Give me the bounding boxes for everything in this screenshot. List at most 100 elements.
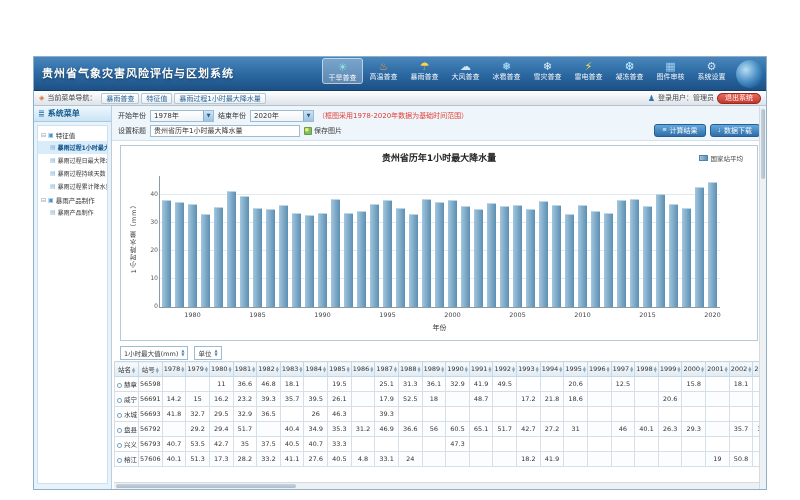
cell-value: 24	[398, 452, 422, 467]
column-header[interactable]: 1993▲▼	[517, 362, 541, 377]
column-header[interactable]: 1979▲▼	[186, 362, 210, 377]
sort-icons: ▲▼	[181, 366, 184, 373]
station-name-cell: 兴义	[115, 437, 139, 452]
column-header[interactable]: 1999▲▼	[658, 362, 682, 377]
tree-group[interactable]: ⊟▣特征值	[38, 128, 107, 141]
column-header[interactable]: 1982▲▼	[257, 362, 281, 377]
column-header[interactable]: 1990▲▼	[446, 362, 470, 377]
collapse-icon[interactable]: ⊟	[41, 132, 46, 139]
sort-down-icon: ▼	[417, 369, 420, 373]
column-header[interactable]: 1981▲▼	[233, 362, 257, 377]
column-header[interactable]: 1996▲▼	[587, 362, 611, 377]
horizontal-scrollbar[interactable]	[114, 482, 764, 489]
column-header[interactable]: 2001▲▼	[706, 362, 730, 377]
download-button[interactable]: ↓ 数据下载	[710, 124, 761, 137]
column-header[interactable]: 1998▲▼	[635, 362, 659, 377]
save-image-label: 保存图片	[314, 126, 342, 136]
top-menu-item[interactable]: ☁大风普查	[445, 58, 486, 84]
table-row[interactable]: 水城5669341.832.729.532.936.52646.339.324.…	[115, 407, 765, 422]
breadcrumb-item[interactable]: 暴雨过程1小时最大降水量	[174, 93, 265, 104]
column-header[interactable]: 1994▲▼	[540, 362, 564, 377]
cell-value: 20.6	[658, 392, 682, 407]
column-header[interactable]: 1995▲▼	[564, 362, 588, 377]
cell-value	[682, 407, 706, 422]
cell-value	[635, 407, 659, 422]
top-menu-item[interactable]: ⚡雷电普查	[568, 58, 609, 84]
row-radio[interactable]	[117, 443, 122, 448]
collapse-icon[interactable]: ⊟	[41, 197, 46, 204]
column-header[interactable]: 1987▲▼	[375, 362, 399, 377]
tree-item[interactable]: ▤暴雨过程1小时最大降水量	[38, 141, 107, 154]
top-menu-item[interactable]: ❆凝冻普查	[609, 58, 650, 84]
column-header[interactable]: 1978▲▼	[162, 362, 186, 377]
calc-button[interactable]: ≡ 计算结果	[654, 124, 705, 137]
column-header[interactable]: 2000▲▼	[682, 362, 706, 377]
end-year-select[interactable]: 2020年 ▼	[250, 110, 314, 122]
tree-item[interactable]: ▤暴雨过程日最大降水量	[38, 154, 107, 167]
top-menu-item[interactable]: ☂暴雨普查	[404, 58, 445, 84]
horizontal-scrollbar-thumb[interactable]	[116, 484, 296, 488]
sort-icons: ▲▼	[536, 366, 539, 373]
vertical-scrollbar-thumb[interactable]	[761, 109, 765, 179]
column-header[interactable]: 1991▲▼	[469, 362, 493, 377]
tree-item[interactable]: ▤暴雨过程持续天数	[38, 167, 107, 180]
vertical-scrollbar[interactable]	[759, 107, 766, 489]
cell-value	[493, 437, 517, 452]
column-header[interactable]: 1989▲▼	[422, 362, 446, 377]
metric-dropdown[interactable]: 1小时最大值(mm) ▲ ▼	[120, 346, 188, 360]
column-header[interactable]: 1986▲▼	[351, 362, 375, 377]
column-header[interactable]: 1983▲▼	[280, 362, 304, 377]
tree-item[interactable]: ▤暴雨产品制作	[38, 206, 107, 219]
bar-1999	[435, 202, 444, 307]
cell-value	[706, 437, 730, 452]
unit-dropdown[interactable]: 单位 ▲ ▼	[194, 346, 221, 360]
table-row[interactable]: 兴义5679340.753.542.73537.540.540.733.347.…	[115, 437, 765, 452]
bar-1985	[253, 208, 262, 307]
column-header[interactable]: 站号▲▼	[139, 362, 163, 377]
sort-down-icon: ▼	[748, 369, 751, 373]
column-header[interactable]: 1984▲▼	[304, 362, 328, 377]
cell-value: 26.1	[328, 392, 352, 407]
y-tick-label: 20	[143, 247, 158, 254]
column-header[interactable]: 1980▲▼	[209, 362, 233, 377]
table-row[interactable]: 威宁5669114.21516.223.239.335.739.526.117.…	[115, 392, 765, 407]
column-header[interactable]: 1985▲▼	[328, 362, 352, 377]
table-row[interactable]: 赫章565981136.646.818.119.525.131.336.132.…	[115, 377, 765, 392]
top-menu-item[interactable]: ☀干旱普查	[322, 58, 363, 84]
column-header[interactable]: 2002▲▼	[729, 362, 753, 377]
table-row[interactable]: 榕江5760640.151.317.328.233.241.127.640.54…	[115, 452, 765, 467]
start-year-select[interactable]: 1978年 ▼	[150, 110, 214, 122]
column-header[interactable]: 1988▲▼	[398, 362, 422, 377]
cell-value: 31.2	[351, 422, 375, 437]
top-menu-item[interactable]: ▦图件审核	[650, 58, 691, 84]
chart-title-input[interactable]	[150, 125, 300, 137]
tree-item[interactable]: ▤暴雨过程累计降水量	[38, 180, 107, 193]
table-row[interactable]: 盘县5679229.229.451.740.434.935.331.246.93…	[115, 422, 765, 437]
top-menu-item[interactable]: ❅冰雹普查	[486, 58, 527, 84]
row-radio[interactable]	[117, 413, 122, 418]
menu-label: 图件审核	[650, 73, 691, 82]
row-radio[interactable]	[117, 428, 122, 433]
y-tick-label: 10	[143, 275, 158, 282]
breadcrumb-item[interactable]: 特征值	[141, 93, 172, 104]
cell-value	[706, 392, 730, 407]
breadcrumb-item[interactable]: 暴雨普查	[101, 93, 139, 104]
row-radio[interactable]	[117, 383, 122, 388]
y-tick-label: 30	[143, 219, 158, 226]
station-id: 56691	[139, 392, 163, 407]
save-image-button[interactable]: 保存图片	[304, 126, 342, 136]
column-header[interactable]: 站名▲▼	[115, 362, 139, 377]
logout-button[interactable]: 退出系统	[717, 93, 761, 104]
row-radio[interactable]	[117, 458, 122, 463]
column-header[interactable]: 1992▲▼	[493, 362, 517, 377]
column-header[interactable]: 1997▲▼	[611, 362, 635, 377]
chart-title: 贵州省历年1小时最大降水量	[121, 146, 757, 164]
tree-group[interactable]: ⊟▣暴雨产品制作	[38, 193, 107, 206]
top-menu-item[interactable]: ❄雪灾普查	[527, 58, 568, 84]
top-menu-item[interactable]: ⚙系统设置	[691, 58, 732, 84]
row-radio[interactable]	[117, 398, 122, 403]
bar-1980	[188, 204, 197, 307]
cell-value: 25.1	[375, 377, 399, 392]
top-menu-item[interactable]: ♨高温普查	[363, 58, 404, 84]
bar-2000	[448, 200, 457, 307]
